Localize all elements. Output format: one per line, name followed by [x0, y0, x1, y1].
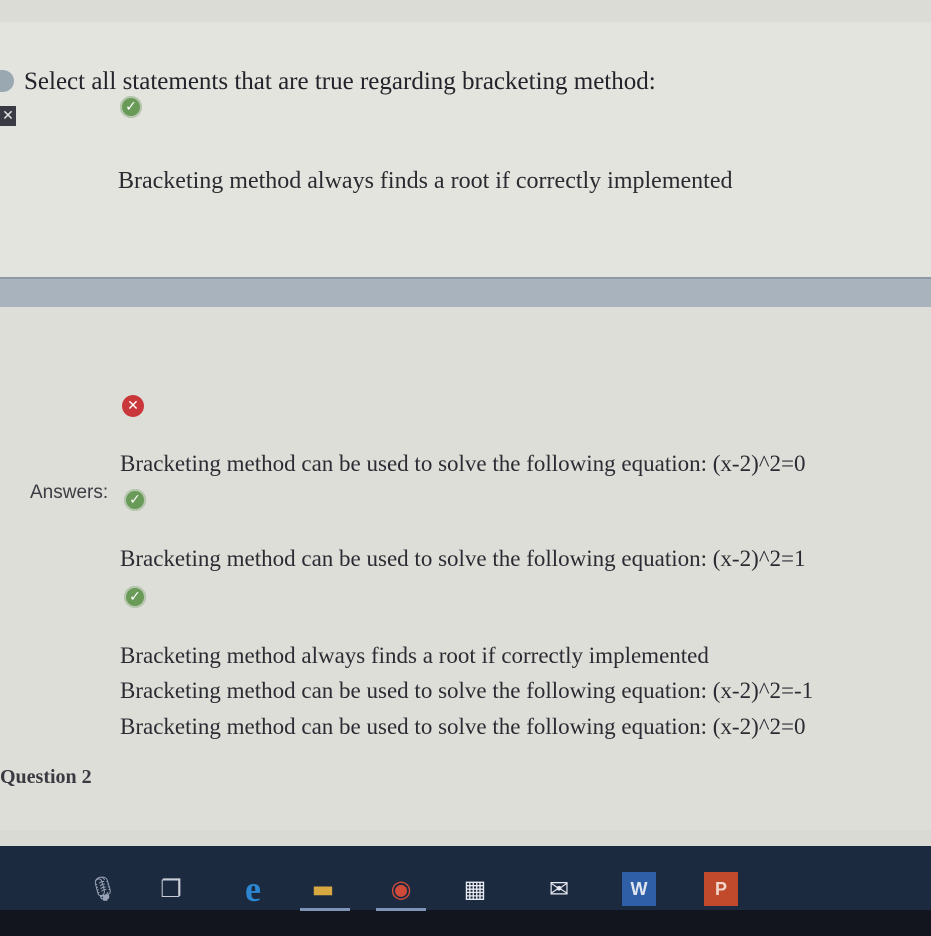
answer-item-5: Bracketing method can be used to solve t…: [120, 714, 806, 739]
answer-item-3: Bracketing method always finds a root if…: [120, 643, 709, 668]
cortana-mic-icon[interactable]: 🎙: [86, 872, 120, 906]
active-app-indicator: [376, 908, 426, 911]
quiz-page: ✕ Select all statements that are true re…: [0, 0, 931, 936]
answer-item-2: Bracketing method can be used to solve t…: [120, 546, 806, 571]
taskbar: 🎙 ❐ e ▬ ◉ ▦ ✉ W P: [0, 846, 931, 936]
task-view-icon[interactable]: ❐: [154, 872, 188, 906]
powerpoint-icon[interactable]: P: [704, 872, 738, 906]
answer-item-4: Bracketing method can be used to solve t…: [120, 678, 814, 703]
answer-item-1: Bracketing method can be used to solve t…: [120, 451, 806, 476]
check-icon: ✓: [120, 96, 142, 118]
file-explorer-icon[interactable]: ▬: [306, 872, 340, 906]
store-icon[interactable]: ▦: [458, 872, 492, 906]
question-2-heading[interactable]: Question 2: [0, 766, 92, 789]
incorrect-marker-icon: ✕: [0, 106, 16, 126]
word-icon[interactable]: W: [622, 872, 656, 906]
question-1-block: ✕ Select all statements that are true re…: [0, 22, 931, 278]
check-icon: ✓: [124, 586, 146, 608]
answers-label: Answers:: [30, 482, 109, 503]
chrome-icon[interactable]: ◉: [384, 872, 418, 906]
taskbar-shadow: [0, 910, 931, 936]
mail-icon[interactable]: ✉: [542, 872, 576, 906]
active-app-indicator: [300, 908, 350, 911]
check-icon: ✓: [124, 489, 146, 511]
question-prompt: Select all statements that are true rega…: [24, 68, 656, 95]
top-strip: [0, 0, 931, 22]
selected-answer: Bracketing method always finds a root if…: [118, 168, 733, 194]
question-status-tab: [0, 70, 14, 92]
cross-icon: ✕: [122, 395, 144, 417]
section-divider: [0, 277, 931, 309]
edge-icon[interactable]: e: [236, 871, 270, 907]
